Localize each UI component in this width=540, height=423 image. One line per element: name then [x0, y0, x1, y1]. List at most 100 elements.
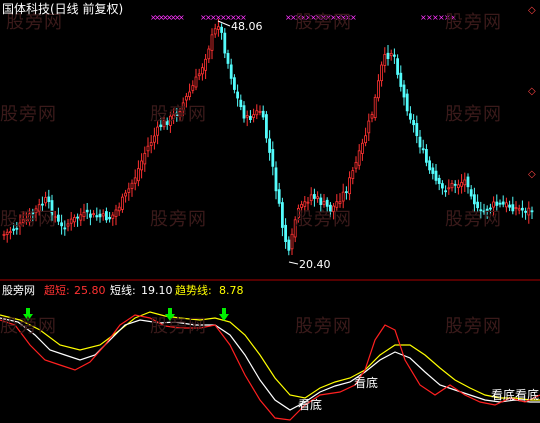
candle-body: [152, 135, 156, 143]
candle-body: [261, 110, 265, 118]
candle-body: [226, 53, 230, 64]
candle-body: [524, 210, 527, 213]
candle-body: [357, 150, 361, 166]
candle-body: [146, 145, 150, 152]
candle-body: [338, 201, 342, 204]
high-price-label: 48.06: [231, 20, 263, 33]
candle-body: [396, 58, 400, 75]
candle-body: [105, 211, 108, 221]
candle-body: [258, 110, 262, 113]
candle-body: [341, 191, 345, 202]
diamond-icon: ◇: [528, 169, 536, 180]
candle-body: [389, 53, 393, 57]
candle-body: [255, 110, 259, 116]
candle-body: [44, 197, 47, 204]
candle-body: [2, 233, 6, 236]
candle-body: [95, 215, 99, 218]
low-price-label: 20.40: [299, 258, 331, 271]
candle-body: [277, 189, 281, 204]
candle-body: [463, 179, 467, 186]
candle-body: [511, 204, 515, 212]
candle-body: [79, 214, 83, 221]
candle-body: [472, 194, 476, 205]
candle-body: [85, 209, 89, 213]
candle-body: [284, 224, 288, 242]
candle-body: [501, 201, 505, 205]
candle-body: [213, 28, 217, 35]
candle-body: [428, 160, 432, 171]
indicator-name: 股旁网: [2, 284, 35, 297]
candle-body: [521, 207, 524, 211]
candle-body: [130, 182, 134, 189]
candle-body: [188, 91, 192, 98]
candle-body: [405, 93, 409, 112]
candle-body: [264, 114, 268, 139]
watermark: 股旁网: [150, 209, 207, 230]
candle-body: [127, 188, 131, 193]
watermark: 股旁网: [295, 209, 352, 230]
low-pointer: [288, 261, 299, 265]
candle-body: [274, 167, 278, 192]
candle-body: [469, 189, 473, 197]
candle-body: [271, 149, 275, 167]
candle-body: [232, 77, 236, 90]
candle-body: [453, 183, 457, 186]
candle-body: [191, 85, 195, 91]
candle-body: [415, 123, 419, 137]
candle-body: [402, 84, 406, 98]
watermark: 股旁网: [445, 104, 502, 125]
candle-body: [8, 231, 12, 234]
candle-body: [504, 202, 508, 208]
candle-body: [207, 48, 211, 60]
diamond-icon: ◇: [528, 86, 536, 97]
candle-body: [316, 196, 320, 199]
candle-body: [47, 196, 51, 203]
candle-body: [370, 114, 374, 119]
candle-body: [514, 207, 518, 209]
candle-body: [466, 176, 470, 188]
short-line-label: 短线:: [110, 284, 136, 297]
candle-body: [239, 99, 243, 107]
candle-body: [69, 218, 73, 224]
candle-body: [236, 91, 240, 99]
candle-body: [456, 184, 460, 188]
candle-body: [245, 115, 249, 118]
bottom-signal-label: 看底看底: [491, 388, 540, 402]
candle-body: [60, 222, 63, 227]
watermark: 股旁网: [295, 12, 352, 33]
candle-body: [108, 216, 111, 220]
candle-body: [287, 239, 291, 251]
candle-body: [89, 213, 92, 218]
candle-body: [248, 115, 252, 120]
trend-line-label: 趋势线:: [175, 284, 212, 297]
ultra-short-label: 超短:: [44, 284, 70, 297]
candle-body: [117, 206, 121, 212]
candle-body: [450, 183, 454, 189]
candle-body: [216, 26, 220, 30]
candle-body: [376, 80, 380, 99]
candle-body: [124, 192, 127, 197]
candle-body: [322, 201, 326, 205]
candle-body: [373, 96, 377, 118]
candle-body: [348, 177, 352, 195]
candle-body: [367, 120, 371, 134]
candle-body: [82, 211, 86, 217]
signal-marker: ×: [178, 13, 185, 22]
candle-body: [210, 34, 214, 51]
candle-body: [354, 161, 358, 169]
candle-body: [290, 233, 294, 250]
candle-body: [136, 168, 140, 182]
diamond-icon: ◇: [528, 5, 536, 16]
candle-body: [111, 214, 115, 219]
candle-body: [424, 149, 428, 163]
candle-body: [399, 72, 403, 87]
watermark: 股旁网: [0, 209, 57, 230]
watermark: 股旁网: [295, 316, 352, 337]
candle-body: [268, 138, 272, 153]
candle-body: [517, 208, 521, 211]
candle-body: [5, 231, 9, 235]
candle-body: [197, 73, 201, 77]
candle-body: [392, 54, 396, 57]
candle-body: [312, 194, 316, 199]
candle-body: [344, 191, 348, 194]
